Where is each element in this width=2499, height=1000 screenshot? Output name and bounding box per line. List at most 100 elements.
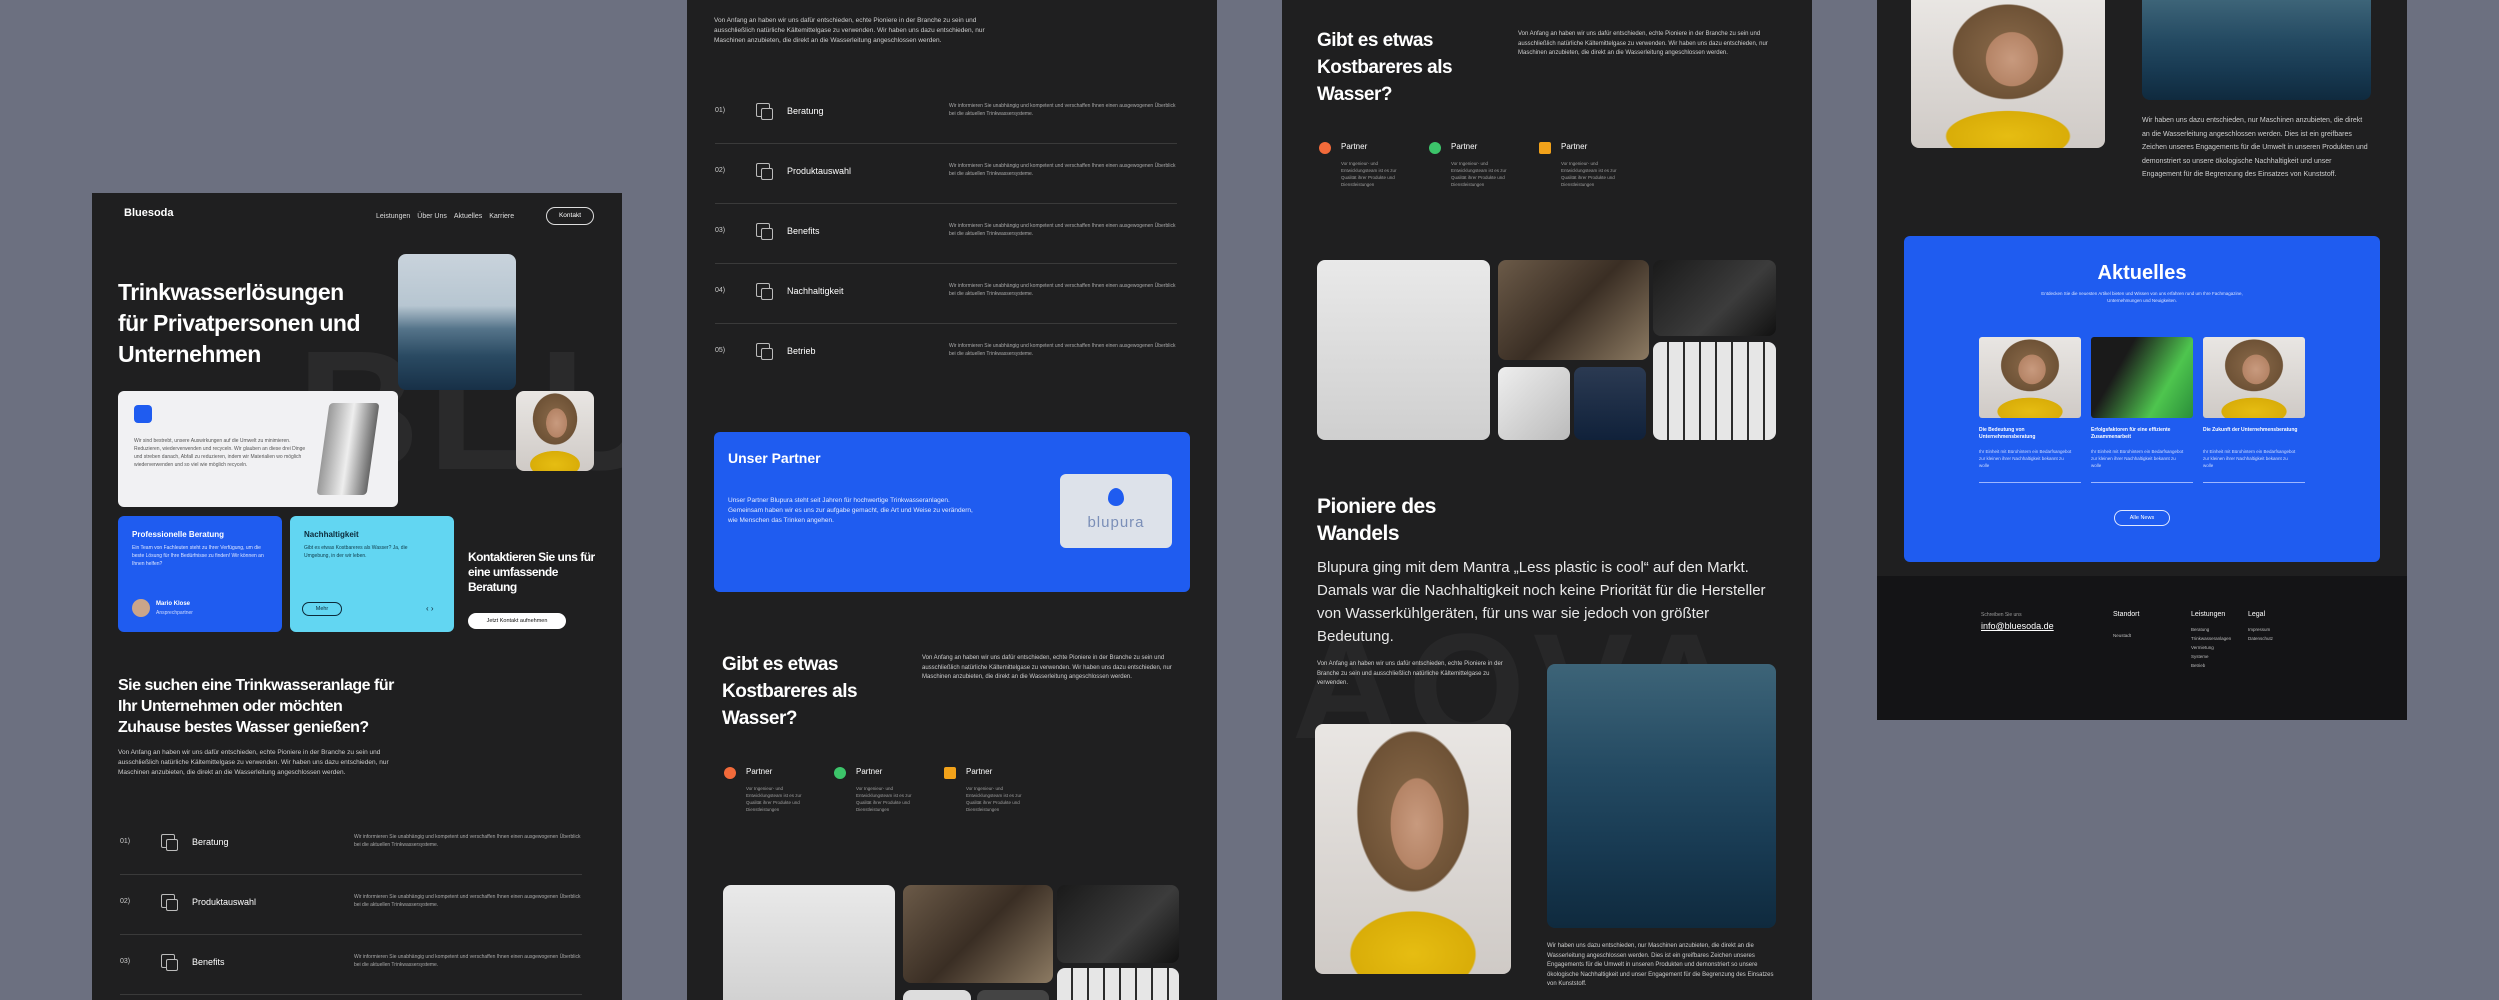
nav-item-aktuelles[interactable]: Aktuelles [454, 213, 482, 220]
hero-title: Trinkwasserlösungen für Privatpersonen u… [118, 279, 361, 367]
sea-image [2142, 0, 2371, 100]
contact-button[interactable]: Kontakt [546, 207, 594, 225]
divider [2203, 482, 2305, 483]
product-image-detail [1574, 367, 1646, 440]
hero-info-card: Wir sind bestrebt, unsere Auswirkungen a… [118, 391, 398, 507]
partner-text: Unser Partner Blupura steht seit Jahren … [728, 497, 973, 524]
news-item-title[interactable]: Die Zukunft der Unternehmensberatung [2203, 427, 2305, 434]
footer-link[interactable]: Beratung [2191, 626, 2209, 633]
hero-card-text: Wir sind bestrebt, unsere Auswirkungen a… [134, 438, 306, 468]
footer-write-label: Schreiben Sie uns [1981, 612, 2022, 618]
nav-item-karriere[interactable]: Karriere [489, 213, 514, 220]
news-item-title[interactable]: Erfolgsfaktoren für eine effiziente Zusa… [2091, 427, 2193, 441]
product-image-office [1057, 968, 1179, 1000]
footer-email-link[interactable]: info@bluesoda.de [1981, 621, 2054, 631]
news-subtitle: Entdecken Sie die neuesten Artikel biete… [2041, 291, 2243, 303]
precious-title: Gibt es etwas Kostbareres als Wasser? [722, 654, 858, 729]
partner-icon [1319, 142, 1331, 154]
nav-item-ueber-uns[interactable]: Über Uns [417, 213, 447, 220]
footer-col-title: Leistungen [2191, 611, 2226, 618]
contact-cta-button[interactable]: Jetzt Kontakt aufnehmen [468, 613, 566, 629]
partner-title: Unser Partner [728, 450, 821, 466]
footer-link[interactable]: Datenschutz [2248, 635, 2273, 642]
carousel-arrows-icon[interactable]: ‹ › [426, 604, 434, 613]
footer-link[interactable]: Systeme [2191, 653, 2209, 660]
service-row[interactable]: 02) Produktauswahl Wir informieren Sie una… [715, 144, 1177, 204]
footer-link[interactable]: Vermietung [2191, 644, 2214, 651]
layers-icon [756, 343, 773, 360]
service-row[interactable]: 01) Beratung Wir informieren Sie unabhängi… [715, 84, 1177, 144]
product-image-dispenser [1653, 260, 1776, 336]
leaf-icon [834, 767, 846, 779]
services-list: 01) Beratung Wir informieren Sie unabhängi… [92, 815, 622, 1000]
hero-woman-image [516, 391, 594, 471]
partner-label: Partner [746, 767, 773, 776]
partner-icon [944, 767, 956, 779]
partner-desc: Vor Ingenieur- und Entwicklungsteam ist … [1561, 161, 1617, 187]
landing-panel-home: BLUE Bluesoda Leistungen Über Uns Aktuel… [92, 193, 622, 1000]
product-image-detail [903, 990, 971, 1000]
product-image-machine [723, 885, 895, 1000]
person-name: Mario Klose [156, 601, 191, 607]
partner-banner: Unser Partner Unser Partner Blupura steh… [714, 432, 1190, 592]
all-news-button[interactable]: Alle News [2114, 510, 2170, 526]
intro-text: Von Anfang an haben wir uns dafür entsch… [714, 17, 985, 44]
partner-label: Partner [966, 767, 993, 776]
news-item-title[interactable]: Die Bedeutung von Unternehmensberatung [1979, 427, 2081, 441]
footer-link[interactable]: Betrieb [2191, 662, 2205, 669]
service-row[interactable]: 04) Nachhaltigkeit Wir informieren Sie una… [715, 264, 1177, 324]
main-nav: Leistungen Über Uns Aktuelles Karriere [376, 213, 514, 220]
news-image[interactable] [2091, 337, 2193, 418]
partner-desc: Vor Ingenieur- und Entwicklungsteam ist … [1451, 161, 1507, 187]
product-image-detail [1498, 367, 1570, 440]
product-image-office [1653, 342, 1776, 440]
hero-sea-image [398, 254, 516, 390]
layers-icon [756, 103, 773, 120]
partner-label: Partner [1341, 142, 1368, 151]
footer-link[interactable]: Neustadt [2113, 632, 2131, 639]
water-drop-icon [134, 405, 152, 423]
service-row[interactable]: 01) Beratung Wir informieren Sie unabhängi… [120, 815, 582, 875]
partner-icon [724, 767, 736, 779]
intro-title: Sie suchen eine Trinkwasseranlage für Ih… [118, 677, 394, 736]
partner-logo-card[interactable]: blupura [1060, 474, 1172, 548]
avatar [132, 599, 150, 617]
dispenser-image [316, 403, 380, 495]
partner-logo-text: blupura [1087, 514, 1145, 531]
person-role: Ansprechpartner [156, 610, 193, 616]
brand-logo[interactable]: Bluesoda [124, 207, 174, 219]
landing-panel-services: Von Anfang an haben wir uns dafür entsch… [687, 0, 1217, 1000]
precious-text: Von Anfang an haben wir uns dafür entsch… [1518, 31, 1768, 56]
more-button[interactable]: Mehr [302, 602, 342, 616]
pioneer-sea-image [1547, 664, 1776, 928]
intro-text: Von Anfang an haben wir uns dafür entsch… [118, 749, 389, 776]
precious-title: Gibt es etwas Kostbareres als Wasser? [1317, 30, 1453, 105]
advice-title: Professionelle Beratung [132, 530, 225, 539]
service-row[interactable]: 05) Betrieb Wir informieren Sie unabhängig… [715, 324, 1177, 384]
layers-icon [161, 834, 178, 851]
service-row[interactable]: 03) Benefits Wir informieren Sie unabhängi… [120, 935, 582, 995]
footer-link[interactable]: Impressum [2248, 626, 2270, 633]
woman-drinking-image [1911, 0, 2105, 148]
layers-icon [756, 223, 773, 240]
footer-col-title: Legal [2248, 611, 2266, 618]
news-image[interactable] [2203, 337, 2305, 418]
service-row[interactable]: 03) Benefits Wir informieren Sie unabhängi… [715, 204, 1177, 264]
pioneer-text: Von Anfang an haben wir uns dafür entsch… [1317, 661, 1503, 686]
nav-item-leistungen[interactable]: Leistungen [376, 213, 410, 220]
layers-icon [756, 163, 773, 180]
advice-card[interactable]: Professionelle Beratung Ein Team von Fac… [118, 516, 282, 632]
pioneer-text-2: Wir haben uns dazu entschieden, nur Masc… [2142, 117, 2368, 178]
layers-icon [161, 894, 178, 911]
service-row[interactable]: 02) Produktauswahl Wir informieren Sie una… [120, 875, 582, 935]
footer-col-title: Standort [2113, 611, 2140, 618]
news-image[interactable] [1979, 337, 2081, 418]
advice-text: Ein Team von Fachleuten steht zu Ihrer V… [132, 545, 264, 567]
contact-cta-title: Kontaktieren Sie uns für eine umfassende… [468, 550, 595, 594]
leaf-icon [1429, 142, 1441, 154]
partner-label: Partner [1561, 142, 1588, 151]
sustainability-text: Gibt es etwas Kostbareres als Wasser? Ja… [304, 545, 408, 559]
pioneer-text-2: Wir haben uns dazu entschieden, nur Masc… [1547, 943, 1774, 987]
footer-link[interactable]: Trinkwasseranlagen [2191, 635, 2231, 642]
product-image-cafe [903, 885, 1053, 983]
